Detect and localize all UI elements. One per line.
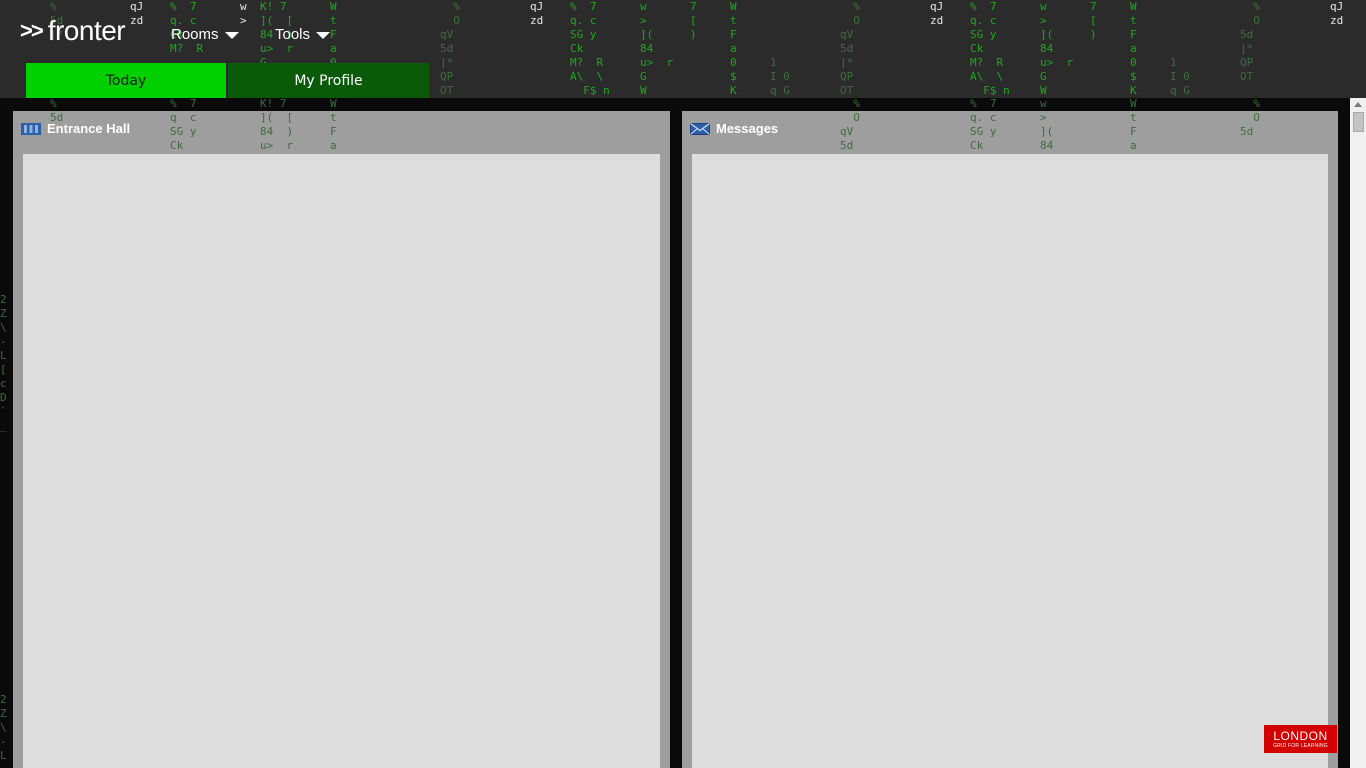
matrix-rain-decoration: 1 I 0 q G xyxy=(1170,56,1190,97)
matrix-rain-decoration: % 7 q. c SG y Ck M? R A\ \ F$ n xyxy=(970,0,1010,97)
tab-my-profile[interactable]: My Profile xyxy=(228,63,429,98)
messages-panel: % O qV 5d % 7 q. c SG y Ck w > ]( 84 u> … xyxy=(682,97,1338,768)
matrix-rain-decoration: % O qV 5d |* QP OT xyxy=(440,0,460,97)
matrix-rain-decoration: 2 Z \ - L xyxy=(0,693,7,762)
top-bar: % 5d |* qJ zd % 7 q. c Ck M? R w > K! 7 … xyxy=(0,0,1366,98)
matrix-rain-decoration: W t F a 0 xyxy=(330,0,337,69)
hall-icon xyxy=(21,122,41,135)
matrix-rain-decoration: W t F a 0 $ K xyxy=(1130,0,1137,97)
tab-today[interactable]: Today xyxy=(26,63,226,98)
tab-today-label: Today xyxy=(105,72,147,89)
page-scrollbar[interactable] xyxy=(1350,98,1366,768)
tools-menu[interactable]: Tools xyxy=(275,26,331,43)
panel-title: Messages xyxy=(716,121,779,136)
matrix-rain-decoration: 7 [ ) xyxy=(1090,0,1097,41)
panel-header: Messages xyxy=(690,121,778,136)
matrix-rain-decoration: qJ zd xyxy=(130,0,144,27)
tab-my-profile-label: My Profile xyxy=(294,72,363,89)
matrix-rain-decoration: 2 Z \ - L [ c D ` _ xyxy=(0,293,7,432)
matrix-rain-decoration: % O 5d |* QP OT xyxy=(1240,0,1260,83)
scroll-up-icon[interactable] xyxy=(1354,102,1362,107)
fronter-logo[interactable]: >> fronter xyxy=(20,15,126,47)
panel-title: Entrance Hall xyxy=(47,121,131,136)
matrix-rain-decoration: % O qV 5d |* QP OT xyxy=(840,0,860,97)
matrix-rain-decoration: 7 [ ) xyxy=(690,0,697,41)
matrix-rain-decoration: 1 I 0 q G xyxy=(770,56,790,97)
matrix-rain-decoration: qJ zd xyxy=(1330,0,1344,27)
chevron-down-icon xyxy=(316,32,331,39)
entrance-hall-panel: % 5d % 7 q c SG y Ck K! 7 ]( [ 84 ) u> r… xyxy=(13,97,670,768)
logo-text: fronter xyxy=(47,15,126,46)
badge-subtitle: GRID FOR LEARNING xyxy=(1273,742,1328,749)
panel-header: Entrance Hall xyxy=(21,121,130,136)
messages-content xyxy=(692,154,1328,768)
rooms-menu[interactable]: Rooms xyxy=(171,26,239,43)
matrix-rain-decoration: qJ zd xyxy=(530,0,544,27)
envelope-icon xyxy=(690,122,710,135)
london-grid-for-learning-logo[interactable]: LONDON GRID FOR LEARNING xyxy=(1264,725,1337,753)
chevron-down-icon xyxy=(224,32,239,39)
rooms-menu-label: Rooms xyxy=(171,26,219,43)
matrix-rain-decoration: w > xyxy=(240,0,247,27)
logo-chevrons: >> xyxy=(20,18,44,43)
tools-menu-label: Tools xyxy=(275,26,311,43)
matrix-rain-decoration: % 7 q. c SG y Ck M? R A\ \ F$ n xyxy=(570,0,610,97)
matrix-rain-decoration: w > ]( 84 u> r G W 5 xyxy=(1040,0,1074,97)
matrix-rain-decoration: W t F a 0 $ K xyxy=(730,0,737,97)
matrix-rain-decoration: w > ]( 84 u> r G W 5 xyxy=(640,0,674,97)
scrollbar-thumb[interactable] xyxy=(1353,112,1364,132)
entrance-hall-content xyxy=(23,154,660,768)
matrix-rain-decoration: qJ zd xyxy=(930,0,944,27)
badge-title: LONDON xyxy=(1273,728,1328,743)
